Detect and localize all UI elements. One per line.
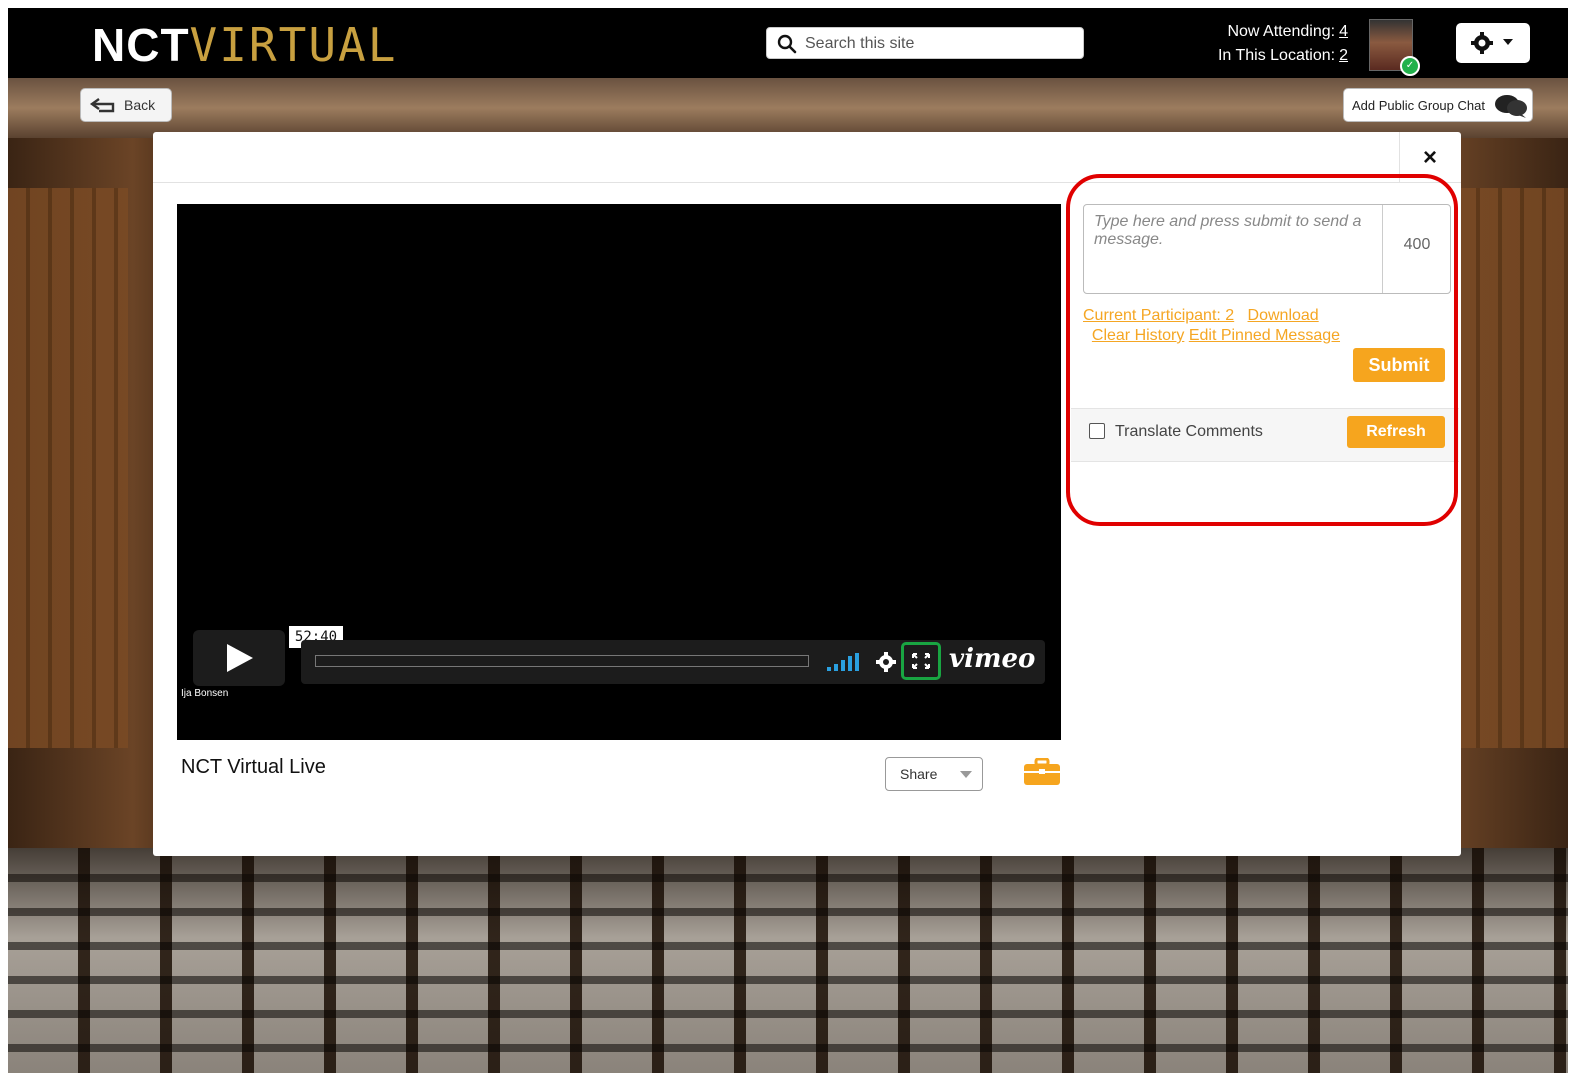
settings-menu-button[interactable]: [1456, 23, 1530, 63]
back-arrow-icon: [89, 98, 115, 113]
current-participant-link[interactable]: Current Participant: 2: [1083, 307, 1234, 324]
wall-panel-right: [1458, 188, 1568, 748]
search-input[interactable]: [803, 31, 1077, 57]
share-dropdown[interactable]: Share: [885, 757, 983, 791]
search-box[interactable]: [766, 27, 1084, 59]
message-input[interactable]: [1084, 205, 1382, 293]
chat-bubbles-icon: [1495, 95, 1527, 118]
volume-icon[interactable]: [825, 652, 863, 672]
in-location-count[interactable]: 2: [1339, 47, 1348, 64]
refresh-button[interactable]: Refresh: [1347, 416, 1445, 448]
group-chat-label: Add Public Group Chat: [1352, 98, 1485, 113]
fullscreen-icon: [912, 653, 930, 669]
back-button[interactable]: Back: [80, 88, 172, 122]
search-icon: [777, 34, 797, 54]
now-attending-count[interactable]: 4: [1339, 23, 1348, 40]
modal-header: [153, 132, 1461, 183]
top-bar: NCTVIRTUAL Now Attending:4 In This Locat…: [8, 8, 1568, 78]
fullscreen-button[interactable]: [901, 642, 941, 680]
presenter-name: Ija Bonsen: [181, 688, 229, 699]
online-check-icon: ✓: [1400, 56, 1420, 76]
video-settings-icon[interactable]: [875, 651, 897, 673]
attendance-info: Now Attending: 4 In This Location: 2: [1188, 20, 1348, 68]
video-title: NCT Virtual Live: [181, 756, 326, 778]
logo-accent: VIRTUAL: [189, 18, 398, 72]
char-counter: 400: [1382, 205, 1451, 293]
gear-icon: [1471, 32, 1493, 54]
edit-pinned-message-link[interactable]: Edit Pinned Message: [1189, 327, 1340, 344]
now-attending-label: Now Attending:: [1227, 23, 1336, 40]
chevron-down-icon: [960, 771, 972, 778]
video-controls: vimeo: [301, 640, 1045, 684]
submit-button[interactable]: Submit: [1353, 348, 1445, 382]
wall-panel-left: [8, 188, 128, 748]
avatar[interactable]: ✓: [1369, 19, 1420, 76]
translate-label: Translate Comments: [1115, 423, 1263, 440]
play-icon: [227, 644, 253, 672]
share-label: Share: [900, 766, 938, 782]
chevron-down-icon: [1503, 39, 1513, 45]
message-box: 400: [1083, 204, 1451, 294]
chat-links: Current Participant: 2 Download Clear Hi…: [1083, 306, 1443, 346]
clear-history-link[interactable]: Clear History: [1092, 327, 1184, 344]
theater-ceiling: [8, 78, 1568, 138]
video-modal: × 52:40 vimeo Ija Bonsen NCT Virtual Liv…: [153, 132, 1461, 856]
in-location-label: In This Location:: [1217, 47, 1336, 64]
progress-bar[interactable]: [315, 655, 809, 667]
back-label: Back: [124, 97, 156, 113]
download-link[interactable]: Download: [1248, 307, 1319, 324]
add-group-chat-button[interactable]: Add Public Group Chat: [1343, 88, 1533, 122]
app-frame: NCTVIRTUAL Now Attending:4 In This Locat…: [8, 8, 1568, 1073]
play-button[interactable]: [193, 630, 285, 686]
seats-shade: [8, 848, 1568, 1073]
briefcase-icon[interactable]: [1023, 758, 1061, 786]
close-button[interactable]: ×: [1399, 132, 1460, 182]
vimeo-logo[interactable]: vimeo: [949, 644, 1035, 674]
video-player[interactable]: 52:40 vimeo Ija Bonsen: [177, 204, 1061, 740]
translate-checkbox[interactable]: [1089, 423, 1105, 439]
site-logo[interactable]: NCTVIRTUAL: [92, 18, 397, 72]
logo-main: NCT: [92, 19, 190, 71]
